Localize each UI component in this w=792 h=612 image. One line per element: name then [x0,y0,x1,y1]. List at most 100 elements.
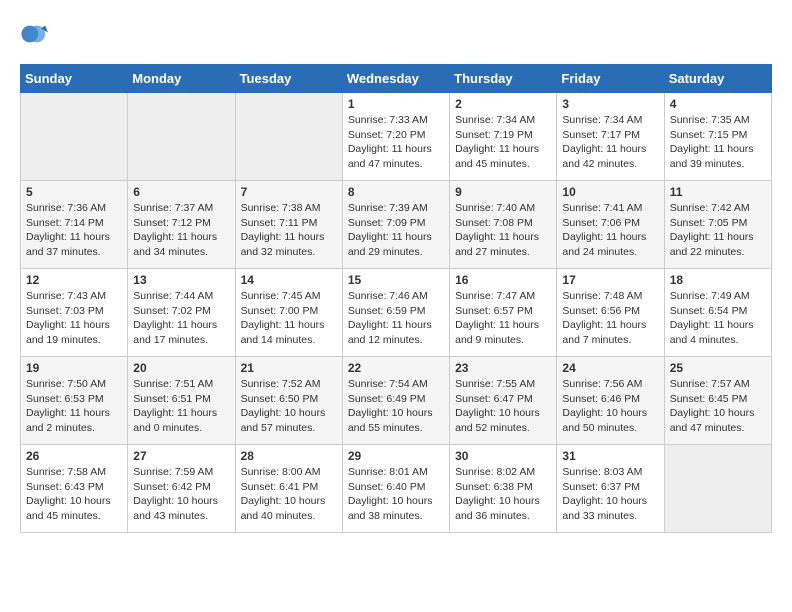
calendar-cell [235,93,342,181]
day-info-line: Sunset: 6:51 PM [133,392,229,407]
calendar-cell: 24Sunrise: 7:56 AMSunset: 6:46 PMDayligh… [557,357,664,445]
day-number: 17 [562,273,658,287]
calendar-cell: 4Sunrise: 7:35 AMSunset: 7:15 PMDaylight… [664,93,771,181]
calendar-cell: 23Sunrise: 7:55 AMSunset: 6:47 PMDayligh… [450,357,557,445]
day-info-line: Sunset: 7:12 PM [133,216,229,231]
day-info-line: Sunrise: 7:48 AM [562,289,658,304]
logo [20,20,52,48]
day-info-line: Sunset: 7:09 PM [348,216,444,231]
day-number: 1 [348,97,444,111]
day-info-line: Sunrise: 7:37 AM [133,201,229,216]
day-info-line: Sunset: 6:37 PM [562,480,658,495]
day-number: 31 [562,449,658,463]
day-info-line: Sunset: 6:40 PM [348,480,444,495]
day-info-line: Daylight: 11 hours and 0 minutes. [133,406,229,435]
day-info-line: Sunrise: 7:57 AM [670,377,766,392]
calendar-cell: 5Sunrise: 7:36 AMSunset: 7:14 PMDaylight… [21,181,128,269]
day-info-line: Sunrise: 8:01 AM [348,465,444,480]
calendar-cell: 7Sunrise: 7:38 AMSunset: 7:11 PMDaylight… [235,181,342,269]
header-row: SundayMondayTuesdayWednesdayThursdayFrid… [21,65,772,93]
day-info-line: Daylight: 10 hours and 47 minutes. [670,406,766,435]
day-info-line: Sunrise: 7:46 AM [348,289,444,304]
calendar-cell: 31 Sunrise: 8:03 AMSunset: 6:37 PMDayligh… [557,445,664,533]
calendar-cell: 26Sunrise: 7:58 AMSunset: 6:43 PMDayligh… [21,445,128,533]
calendar-table: SundayMondayTuesdayWednesdayThursdayFrid… [20,64,772,533]
day-info-line: Daylight: 11 hours and 29 minutes. [348,230,444,259]
header-day-thursday: Thursday [450,65,557,93]
day-info-line: Daylight: 11 hours and 14 minutes. [241,318,337,347]
day-info-line: Daylight: 11 hours and 17 minutes. [133,318,229,347]
day-info-line: Sunset: 6:42 PM [133,480,229,495]
page-header [20,20,772,48]
day-info-line: Sunset: 6:57 PM [455,304,551,319]
day-info-line: Sunrise: 7:34 AM [455,113,551,128]
calendar-cell: 1Sunrise: 7:33 AMSunset: 7:20 PMDaylight… [342,93,449,181]
day-info-line: Sunrise: 7:43 AM [26,289,122,304]
day-info-line: Sunset: 7:20 PM [348,128,444,143]
calendar-cell: 8Sunrise: 7:39 AMSunset: 7:09 PMDaylight… [342,181,449,269]
day-number: 23 [455,361,551,375]
day-info-line: Sunrise: 7:56 AM [562,377,658,392]
header-day-wednesday: Wednesday [342,65,449,93]
calendar-week-1: 5Sunrise: 7:36 AMSunset: 7:14 PMDaylight… [21,181,772,269]
day-info-line: Daylight: 11 hours and 7 minutes. [562,318,658,347]
day-info-line: Daylight: 11 hours and 42 minutes. [562,142,658,171]
day-number: 27 [133,449,229,463]
day-info-line: Daylight: 10 hours and 38 minutes. [348,494,444,523]
calendar-cell: 29Sunrise: 8:01 AMSunset: 6:40 PMDayligh… [342,445,449,533]
calendar-cell: 2Sunrise: 7:34 AMSunset: 7:19 PMDaylight… [450,93,557,181]
header-day-monday: Monday [128,65,235,93]
day-info-line: Sunset: 7:08 PM [455,216,551,231]
day-number: 7 [241,185,337,199]
header-day-tuesday: Tuesday [235,65,342,93]
day-number: 28 [241,449,337,463]
calendar-cell: 21Sunrise: 7:52 AMSunset: 6:50 PMDayligh… [235,357,342,445]
day-info-line: Sunrise: 7:44 AM [133,289,229,304]
calendar-cell: 20Sunrise: 7:51 AMSunset: 6:51 PMDayligh… [128,357,235,445]
calendar-week-2: 12Sunrise: 7:43 AMSunset: 7:03 PMDayligh… [21,269,772,357]
day-info-line: Sunrise: 8:03 AM [562,465,658,480]
day-info-line: Sunset: 6:45 PM [670,392,766,407]
day-number: 16 [455,273,551,287]
day-info-line: Sunrise: 7:34 AM [562,113,658,128]
calendar-week-0: 1Sunrise: 7:33 AMSunset: 7:20 PMDaylight… [21,93,772,181]
calendar-cell: 12Sunrise: 7:43 AMSunset: 7:03 PMDayligh… [21,269,128,357]
day-info-line: Sunrise: 7:47 AM [455,289,551,304]
calendar-cell: 6Sunrise: 7:37 AMSunset: 7:12 PMDaylight… [128,181,235,269]
calendar-cell: 15Sunrise: 7:46 AMSunset: 6:59 PMDayligh… [342,269,449,357]
day-number: 6 [133,185,229,199]
day-info-line: Sunset: 6:41 PM [241,480,337,495]
day-info-line: Sunset: 7:05 PM [670,216,766,231]
calendar-cell: 11Sunrise: 7:42 AMSunset: 7:05 PMDayligh… [664,181,771,269]
calendar-week-3: 19Sunrise: 7:50 AMSunset: 6:53 PMDayligh… [21,357,772,445]
day-number: 13 [133,273,229,287]
day-info-line: Sunrise: 8:02 AM [455,465,551,480]
calendar-cell: 19Sunrise: 7:50 AMSunset: 6:53 PMDayligh… [21,357,128,445]
day-number: 3 [562,97,658,111]
day-info-line: Daylight: 10 hours and 36 minutes. [455,494,551,523]
calendar-cell: 17Sunrise: 7:48 AMSunset: 6:56 PMDayligh… [557,269,664,357]
day-info-line: Sunset: 7:02 PM [133,304,229,319]
day-info-line: Sunrise: 7:58 AM [26,465,122,480]
day-number: 26 [26,449,122,463]
day-info-line: Sunrise: 7:45 AM [241,289,337,304]
calendar-body: 1Sunrise: 7:33 AMSunset: 7:20 PMDaylight… [21,93,772,533]
day-number: 19 [26,361,122,375]
day-info-line: Sunset: 7:17 PM [562,128,658,143]
day-number: 22 [348,361,444,375]
calendar-cell: 27Sunrise: 7:59 AMSunset: 6:42 PMDayligh… [128,445,235,533]
header-day-sunday: Sunday [21,65,128,93]
day-number: 4 [670,97,766,111]
day-info-line: Daylight: 10 hours and 43 minutes. [133,494,229,523]
day-number: 24 [562,361,658,375]
day-number: 15 [348,273,444,287]
day-info-line: Daylight: 10 hours and 33 minutes. [562,494,658,523]
calendar-cell: 13 Sunrise: 7:44 AMSunset: 7:02 PMDayligh… [128,269,235,357]
day-info-line: Daylight: 11 hours and 24 minutes. [562,230,658,259]
day-info-line: Sunrise: 7:41 AM [562,201,658,216]
day-info-line: Sunrise: 7:54 AM [348,377,444,392]
day-info-line: Daylight: 10 hours and 40 minutes. [241,494,337,523]
day-info-line: Daylight: 11 hours and 12 minutes. [348,318,444,347]
day-info-line: Sunrise: 7:50 AM [26,377,122,392]
calendar-cell: 30Sunrise: 8:02 AMSunset: 6:38 PMDayligh… [450,445,557,533]
